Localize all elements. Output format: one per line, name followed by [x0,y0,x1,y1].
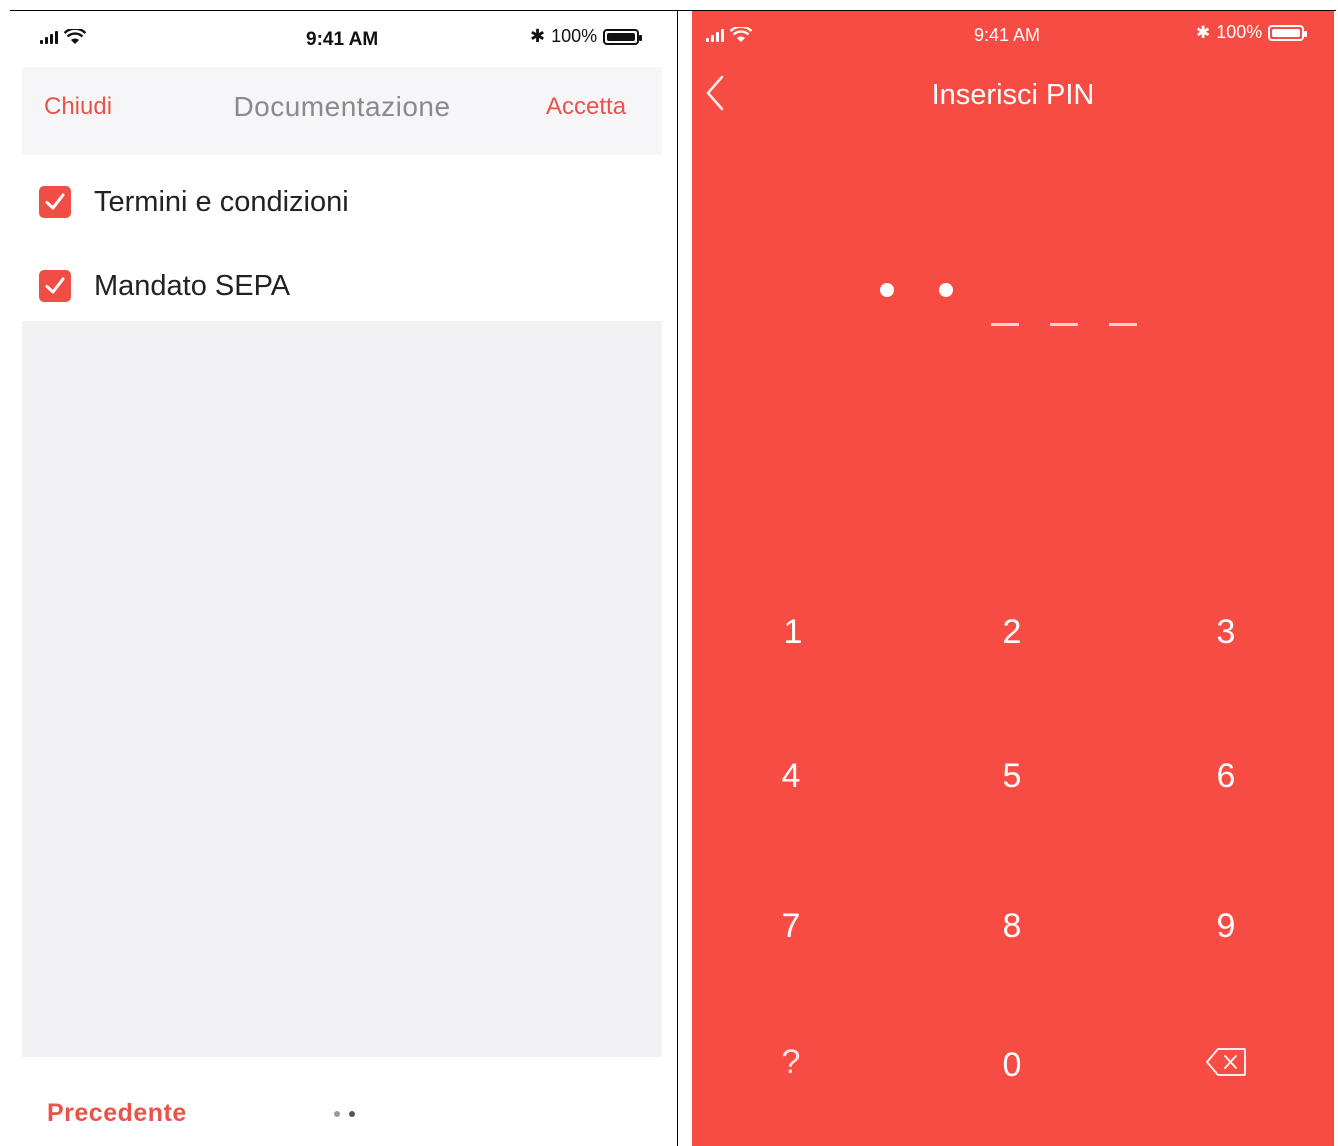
status-bar: 9:41 AM ✱ 100% [22,11,662,67]
document-label: Termini e condizioni [94,185,349,218]
backspace-icon [1206,1048,1246,1076]
keypad-key-7[interactable]: 7 [736,886,846,966]
pin-screen: 9:41 AM ✱ 100% Inserisci PIN 1 2 3 4 5 6… [692,11,1334,1146]
checkmark-icon [45,193,65,210]
keypad-key-9[interactable]: 9 [1171,886,1281,966]
pin-dot-filled [939,283,953,297]
keypad-key-3[interactable]: 3 [1171,592,1281,672]
status-time: 9:41 AM [974,25,1041,45]
battery-percent: 100% [551,26,598,46]
previous-button[interactable]: Precedente [47,1099,187,1128]
signal-icon [706,28,724,42]
documents-list: Termini e condizioni Mandato SEPA [22,155,662,321]
document-label: Mandato SEPA [94,269,291,302]
documentation-screen: 9:41 AM ✱ 100% Chiudi Documentazione Acc… [22,11,662,1146]
status-right: ✱ 100% [1196,22,1308,43]
wifi-icon [64,29,86,44]
pin-title: Inserisci PIN [931,79,1095,111]
keypad-key-2[interactable]: 2 [957,592,1067,672]
keypad-key-8[interactable]: 8 [957,886,1067,966]
keypad-key-5[interactable]: 5 [957,736,1067,816]
bluetooth-icon: ✱ [1196,22,1211,42]
keypad-key-6[interactable]: 6 [1171,736,1281,816]
page-dot [334,1111,340,1117]
battery-percent: 100% [1216,22,1263,42]
checkmark-icon [45,277,65,294]
pin-dash-empty [1109,323,1137,326]
keypad-key-4[interactable]: 4 [736,736,846,816]
keypad-key-0[interactable]: 0 [957,1025,1067,1105]
checkbox-checked[interactable] [39,270,71,302]
bluetooth-icon: ✱ [530,26,546,46]
keypad-key-1[interactable]: 1 [738,592,848,672]
list-item-sepa[interactable]: Mandato SEPA [22,245,662,327]
battery-icon [1268,24,1308,41]
checkbox-checked[interactable] [39,186,71,218]
frame-middle-line [677,10,678,1146]
nav-bar: Chiudi Documentazione Accetta [22,67,662,155]
status-time: 9:41 AM [306,29,379,50]
signal-icon [40,30,58,44]
pin-dash-empty [991,323,1019,326]
battery-icon [603,28,643,45]
page-dot-active [349,1111,355,1117]
pin-dash-empty [1050,323,1078,326]
pin-dot-filled [880,283,894,297]
keypad-key-help[interactable]: ? [736,1022,846,1102]
bottom-bar: Precedente [22,1057,662,1146]
page-indicator [334,1111,355,1117]
wifi-icon [730,27,752,42]
accept-button[interactable]: Accetta [546,93,626,121]
status-right: ✱ 100% [530,26,643,47]
keypad-delete[interactable] [1171,1022,1281,1102]
list-item-terms[interactable]: Termini e condizioni [22,161,662,243]
